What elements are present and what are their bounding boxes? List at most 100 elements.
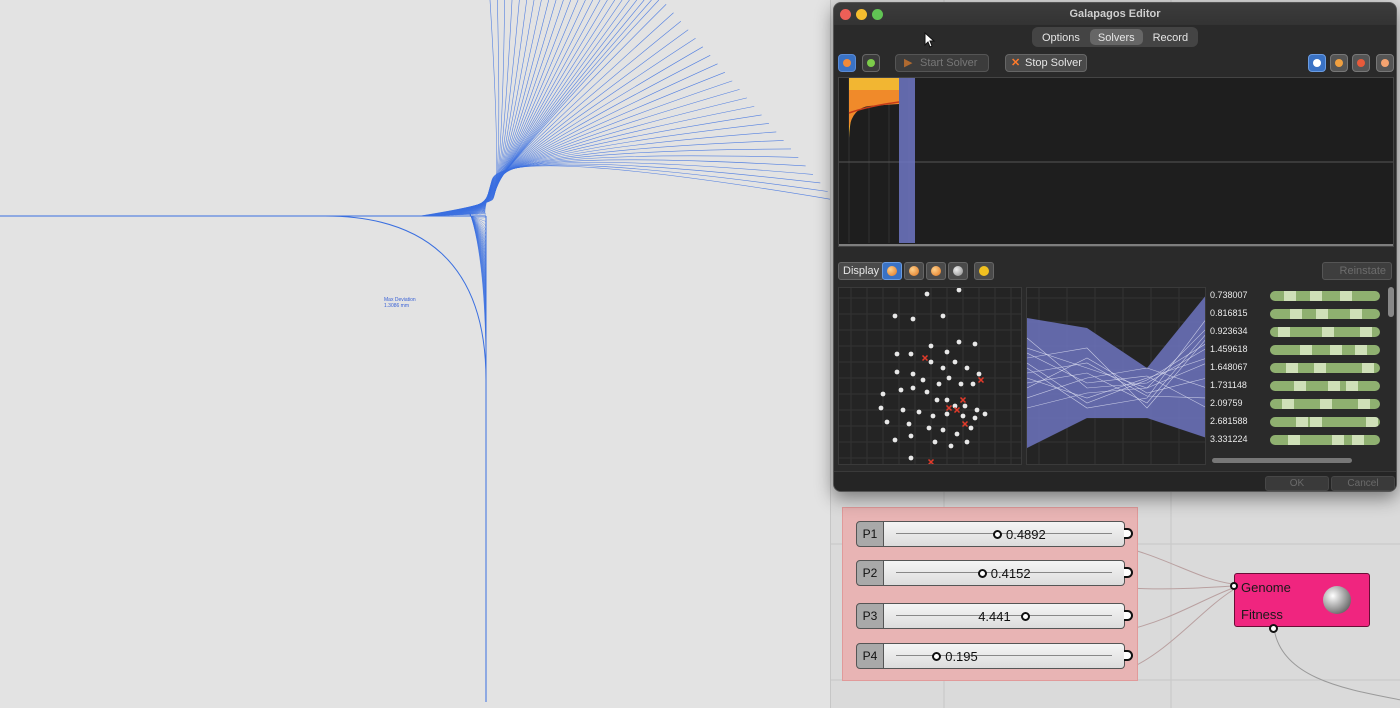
genome-row[interactable]: 0.738007: [1208, 287, 1394, 305]
genome-fitness-value: 1.648067: [1210, 362, 1248, 372]
fan-line: [429, 0, 542, 216]
genome-list[interactable]: 0.738007 0.816815 0.923634 1.459618 1.648067…: [1208, 287, 1394, 465]
population-point: [956, 339, 962, 345]
output-grip[interactable]: [1124, 567, 1133, 578]
slider-knob[interactable]: [992, 530, 1002, 539]
slider-knob[interactable]: [977, 569, 987, 578]
genome-row[interactable]: 1.459618: [1208, 341, 1394, 359]
tab-solvers[interactable]: Solvers: [1089, 29, 1143, 45]
slider-track[interactable]: 4.441: [884, 603, 1125, 629]
orange-ball-icon: [909, 266, 919, 276]
slider-track[interactable]: 0.195: [884, 643, 1125, 669]
slider-name: P4: [856, 643, 884, 669]
display-toolbar: Display Reinstate: [838, 261, 1392, 281]
slider-p1[interactable]: P1 0.4892: [856, 521, 1140, 547]
genome-row[interactable]: 0.923634: [1208, 323, 1394, 341]
tab-options[interactable]: Options: [1034, 29, 1088, 45]
horizontal-scrollbar[interactable]: [1212, 458, 1352, 463]
output-grip[interactable]: [1124, 610, 1133, 621]
annealing-solver-button[interactable]: [862, 54, 880, 72]
rhino-viewport[interactable]: Max Deviation 1.3086 mm: [0, 0, 830, 708]
view-mode-button-1[interactable]: [1308, 54, 1326, 72]
population-point: [910, 385, 916, 391]
slider-track[interactable]: 0.4152: [884, 560, 1125, 586]
viewport-curves: [0, 0, 830, 702]
vertical-scrollbar[interactable]: [1388, 287, 1394, 317]
population-point: [898, 387, 904, 393]
fan-line: [453, 4, 667, 216]
genome-fitness-value: 0.738007: [1210, 290, 1248, 300]
population-point: [962, 403, 968, 409]
display-mode-3[interactable]: [926, 262, 946, 280]
slider-name: P3: [856, 603, 884, 629]
slider-p4[interactable]: P4 0.195: [856, 643, 1140, 669]
population-point: [944, 349, 950, 355]
cancel-button[interactable]: Cancel: [1331, 476, 1395, 491]
genome-rows: 0.738007 0.816815 0.923634 1.459618 1.648067…: [1208, 287, 1394, 449]
genome-row[interactable]: 0.816815: [1208, 305, 1394, 323]
fan-line: [482, 163, 821, 215]
ok-button[interactable]: OK: [1265, 476, 1329, 491]
slider-track[interactable]: 0.4892: [884, 521, 1125, 547]
window-title: Galapagos Editor: [1069, 8, 1161, 20]
refresh-icon: [1357, 59, 1365, 67]
evolutionary-solver-button[interactable]: [838, 54, 856, 72]
fan-line: [421, 0, 500, 217]
slider-group[interactable]: P1 0.4892 P2 0.4152 P3 4.441 P4 0.195: [842, 507, 1138, 681]
slider-knob[interactable]: [932, 652, 942, 661]
title-bar[interactable]: Galapagos Editor: [834, 3, 1396, 25]
fan-line: [426, 0, 527, 217]
genome-row[interactable]: 3.331224: [1208, 431, 1394, 449]
genome-gene-bar: [1270, 417, 1380, 427]
dialog-button-bar: OK Cancel: [834, 471, 1396, 491]
tab-bar: Options Solvers Record: [1032, 27, 1199, 47]
screen: Max Deviation 1.3086 mm P1 0.4892 P2 0.4…: [0, 0, 1400, 708]
convergence-graph: 0123: [838, 77, 1394, 247]
fitness-input-grip[interactable]: [1269, 624, 1278, 633]
genome-row[interactable]: 1.648067: [1208, 359, 1394, 377]
output-grip[interactable]: [1124, 528, 1133, 539]
display-mode-1[interactable]: [882, 262, 902, 280]
display-label[interactable]: Display: [838, 262, 885, 280]
display-mode-2[interactable]: [904, 262, 924, 280]
genome-input-grip[interactable]: [1230, 582, 1238, 590]
population-point: [976, 371, 982, 377]
population-point: [970, 381, 976, 387]
view-mode-button-2[interactable]: [1330, 54, 1348, 72]
stop-solver-button[interactable]: ✕ Stop Solver: [1005, 54, 1087, 72]
radiation-button[interactable]: [974, 262, 994, 280]
slider-value: 4.441: [978, 609, 1011, 624]
tab-record[interactable]: Record: [1145, 29, 1196, 45]
discarded-point: [921, 354, 929, 362]
fan-line: [466, 80, 733, 215]
stop-solver-label: Stop Solver: [1025, 57, 1082, 69]
genome-gene-bar: [1270, 345, 1380, 355]
galapagos-component[interactable]: Genome Fitness: [1230, 573, 1370, 633]
population-point: [916, 409, 922, 415]
output-grip[interactable]: [1124, 650, 1133, 661]
population-point: [968, 425, 974, 431]
population-point: [974, 407, 980, 413]
egg-button[interactable]: [1376, 54, 1394, 72]
reinstate-button[interactable]: Reinstate: [1322, 262, 1392, 280]
population-point: [944, 397, 950, 403]
slider-p3[interactable]: P3 4.441: [856, 603, 1140, 629]
view-mode-button-3[interactable]: [1352, 54, 1370, 72]
display-mode-4[interactable]: [948, 262, 968, 280]
genome-row[interactable]: 2.09759: [1208, 395, 1394, 413]
galapagos-editor-window[interactable]: Galapagos Editor Options Solvers Record …: [833, 2, 1397, 492]
population-point: [972, 415, 978, 421]
population-point: [940, 427, 946, 433]
slider-p2[interactable]: P2 0.4152: [856, 560, 1140, 586]
fan-line: [428, 0, 535, 217]
annotation-line-2: 1.3086 mm: [384, 303, 410, 309]
genome-fitness-value: 0.923634: [1210, 326, 1248, 336]
fan-line: [431, 0, 550, 216]
genome-row[interactable]: 2.681588: [1208, 413, 1394, 431]
annealing-icon: [867, 59, 875, 67]
slider-knob[interactable]: [1021, 612, 1031, 621]
start-solver-button[interactable]: ▶ Start Solver: [895, 54, 989, 72]
genome-row[interactable]: 1.731148: [1208, 377, 1394, 395]
orange-ball-icon: [887, 266, 897, 276]
genome-fitness-value: 3.331224: [1210, 434, 1248, 444]
